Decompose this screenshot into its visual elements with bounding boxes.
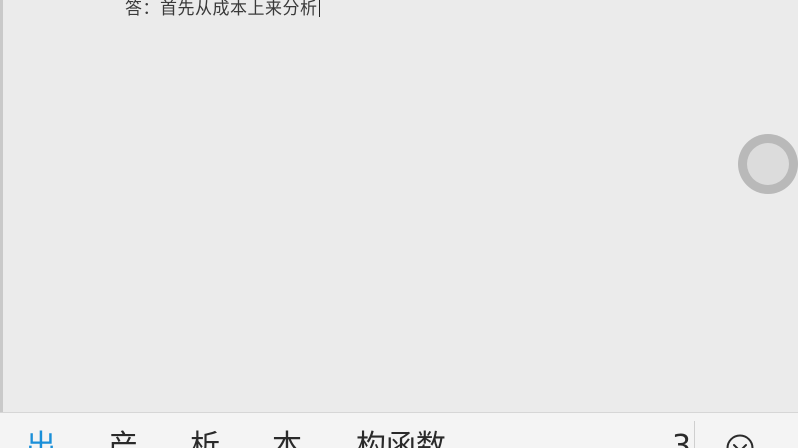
candidate-4[interactable]: 本: [272, 429, 302, 448]
candidate-3[interactable]: 析: [190, 429, 220, 448]
floating-assist-icon[interactable]: [738, 134, 798, 194]
document-text-line[interactable]: 答：首先从成本上来分析: [125, 0, 320, 19]
candidate-5[interactable]: 构函数: [356, 429, 446, 448]
candidate-partial[interactable]: 3: [672, 429, 691, 448]
candidate-divider: [694, 421, 695, 448]
ime-candidate-bar: 出 产 析 本 构函数 3: [0, 412, 798, 448]
candidate-1[interactable]: 出: [26, 429, 56, 448]
document-editor[interactable]: 答：首先从成本上来分析: [0, 0, 798, 412]
collapse-keyboard-icon[interactable]: [725, 433, 755, 448]
text-cursor: [318, 0, 320, 17]
floating-assist-icon-inner: [747, 143, 789, 185]
candidate-2[interactable]: 产: [108, 429, 138, 448]
document-text: 答：首先从成本上来分析: [125, 0, 318, 19]
